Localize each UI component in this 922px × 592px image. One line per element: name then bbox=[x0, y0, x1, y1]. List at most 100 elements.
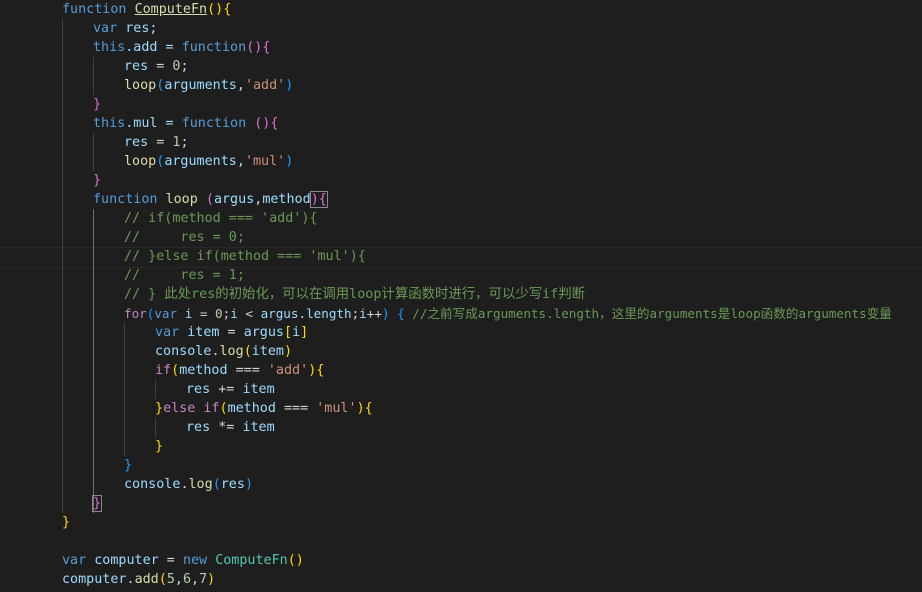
code-line-27[interactable]: } bbox=[91, 494, 103, 513]
comment: // if(method === 'add'){ bbox=[124, 211, 318, 226]
punctuation: ) { bbox=[381, 306, 405, 321]
string: 'add' bbox=[244, 78, 286, 93]
code-line-25[interactable]: } bbox=[124, 456, 132, 475]
punctuation: . bbox=[298, 306, 307, 321]
keyword: var bbox=[93, 21, 118, 36]
variable: method bbox=[179, 363, 228, 378]
punctuation: } bbox=[62, 515, 71, 530]
variable: computer bbox=[94, 553, 159, 568]
code-line-8[interactable]: res = 1; bbox=[124, 133, 189, 152]
code-line-1[interactable]: function ComputeFn(){ bbox=[62, 0, 231, 19]
code-line-22[interactable]: }else if(method === 'mul'){ bbox=[155, 399, 373, 418]
punctuation: , bbox=[174, 572, 183, 587]
punctuation: ( bbox=[171, 363, 180, 378]
parameter: method bbox=[262, 192, 311, 207]
code-line-3[interactable]: this.add = function(){ bbox=[93, 38, 270, 57]
operator: ++ bbox=[366, 306, 382, 321]
code-line-2[interactable]: var res; bbox=[93, 19, 158, 38]
variable: arguments bbox=[164, 154, 237, 169]
operator: === bbox=[275, 401, 317, 416]
variable: res bbox=[124, 59, 149, 74]
string: 'mul' bbox=[316, 401, 357, 416]
class-name: ComputeFn bbox=[215, 553, 288, 568]
punctuation: (){ bbox=[207, 2, 232, 17]
code-line-14[interactable]: // }else if(method === 'mul'){ bbox=[124, 247, 366, 266]
bracket-match: } bbox=[91, 495, 103, 512]
comment: // }else if(method === 'mul'){ bbox=[124, 249, 366, 264]
code-line-15[interactable]: // res = 1; bbox=[124, 266, 245, 285]
code-line-6[interactable]: } bbox=[93, 95, 101, 114]
variable: i bbox=[230, 306, 238, 321]
variable: res bbox=[220, 477, 245, 492]
code-line-20[interactable]: if(method === 'add'){ bbox=[155, 361, 324, 380]
variable: item bbox=[242, 420, 275, 435]
code-editor[interactable]: function ComputeFn(){ var res; this.add … bbox=[0, 0, 922, 592]
code-line-13[interactable]: // res = 0; bbox=[124, 228, 245, 247]
punctuation: , bbox=[236, 154, 245, 169]
property: .mul = bbox=[125, 116, 182, 131]
function-call: add bbox=[134, 572, 159, 587]
code-line-21[interactable]: res += item bbox=[186, 380, 275, 399]
variable: argus bbox=[243, 325, 284, 340]
keyword: this bbox=[93, 40, 126, 55]
comment: // res = 0; bbox=[124, 230, 245, 245]
variable: i bbox=[359, 306, 367, 321]
variable: console bbox=[155, 344, 212, 359]
code-line-10[interactable]: } bbox=[93, 171, 101, 190]
punctuation: ) bbox=[285, 78, 294, 93]
operator: = bbox=[148, 59, 173, 74]
keyword: for bbox=[124, 306, 147, 321]
punctuation: } bbox=[124, 458, 133, 473]
function-name: ComputeFn bbox=[134, 2, 208, 17]
operator: = bbox=[219, 325, 244, 340]
code-line-30[interactable]: var computer = new ComputeFn() bbox=[62, 551, 304, 570]
indent-guide-active bbox=[93, 209, 94, 513]
code-line-16[interactable]: // } 此处res的初始化，可以在调用loop计算函数时进行，可以少写if判断 bbox=[124, 285, 585, 304]
punctuation: ( bbox=[212, 477, 221, 492]
keyword: var bbox=[155, 325, 180, 340]
function-call: loop bbox=[124, 78, 157, 93]
variable: item bbox=[251, 344, 284, 359]
code-line-24[interactable]: } bbox=[155, 437, 163, 456]
variable: method bbox=[227, 401, 276, 416]
code-line-11[interactable]: function loop (argus,method){ bbox=[93, 190, 328, 209]
punctuation: (){ bbox=[246, 116, 279, 131]
function-name: loop bbox=[165, 192, 198, 207]
comment: // } 此处res的初始化，可以在调用loop计算函数时进行，可以少写if判断 bbox=[124, 287, 586, 302]
punctuation: ) bbox=[207, 572, 216, 587]
variable: res; bbox=[125, 21, 158, 36]
punctuation: } bbox=[155, 401, 164, 416]
editor-gutter bbox=[0, 0, 30, 592]
punctuation: ( bbox=[243, 344, 252, 359]
punctuation: ){ bbox=[308, 363, 325, 378]
code-line-23[interactable]: res *= item bbox=[186, 418, 275, 437]
function-call: log bbox=[188, 477, 213, 492]
code-line-26[interactable]: console.log(res) bbox=[124, 475, 253, 494]
code-line-18[interactable]: var item = argus[i] bbox=[155, 323, 308, 342]
code-line-19[interactable]: console.log(item) bbox=[155, 342, 292, 361]
keyword: if bbox=[203, 401, 220, 416]
code-line-28[interactable]: } bbox=[62, 513, 70, 532]
punctuation: [ bbox=[284, 325, 293, 340]
comment: //之前写成arguments.length，这里的arguments是loop… bbox=[412, 306, 892, 321]
code-line-5[interactable]: loop(arguments,'add') bbox=[124, 76, 293, 95]
code-line-31[interactable]: computer.add(5,6,7) bbox=[62, 570, 215, 589]
number: 7 bbox=[199, 572, 208, 587]
code-line-4[interactable]: res = 0; bbox=[124, 57, 189, 76]
keyword: this bbox=[93, 116, 126, 131]
operator: += bbox=[210, 382, 243, 397]
code-line-12[interactable]: // if(method === 'add'){ bbox=[124, 209, 317, 228]
indent-guide bbox=[155, 380, 156, 399]
punctuation: , bbox=[191, 572, 200, 587]
code-line-17[interactable]: for(var i = 0;i < argus.length;i++) { //… bbox=[124, 304, 892, 323]
code-line-7[interactable]: this.mul = function (){ bbox=[93, 114, 278, 133]
punctuation: ( bbox=[219, 401, 228, 416]
punctuation: (){ bbox=[246, 40, 271, 55]
number: 5 bbox=[166, 572, 175, 587]
punctuation: . bbox=[126, 572, 135, 587]
operator: = bbox=[192, 306, 216, 321]
code-line-9[interactable]: loop(arguments,'mul') bbox=[124, 152, 293, 171]
keyword: new bbox=[182, 553, 208, 568]
keyword: function bbox=[181, 116, 247, 131]
